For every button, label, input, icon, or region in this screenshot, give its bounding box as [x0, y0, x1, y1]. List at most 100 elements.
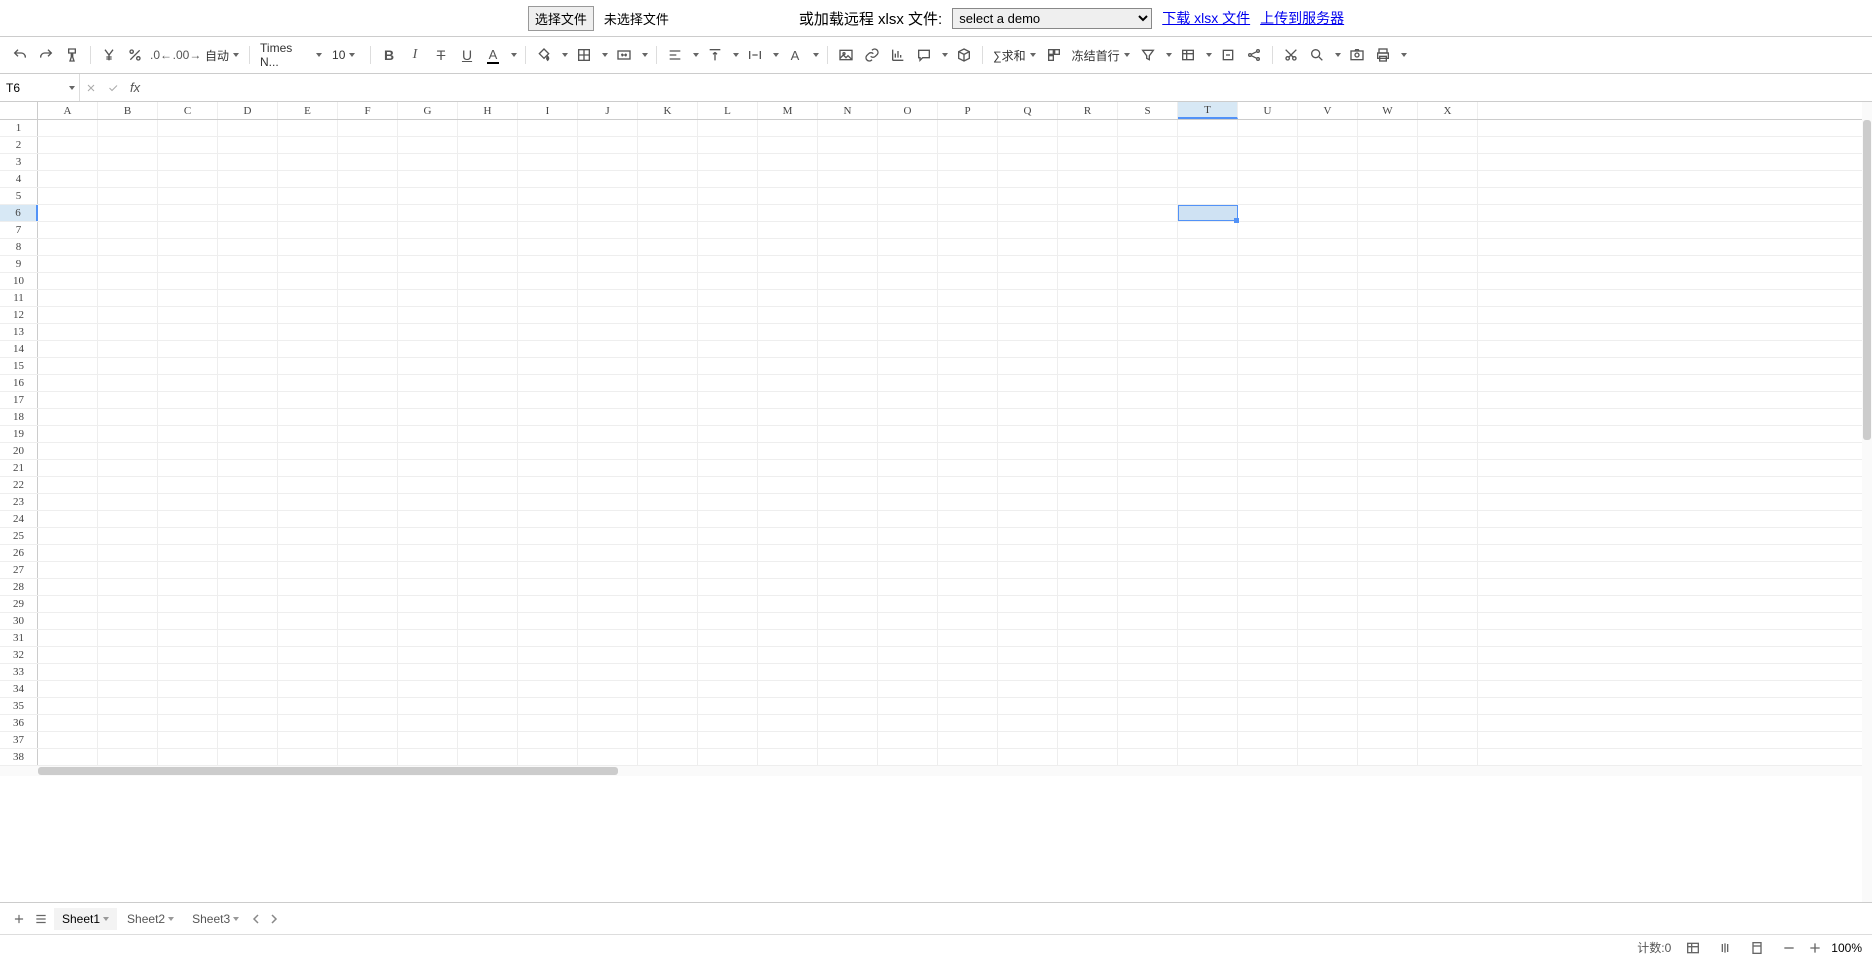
cell[interactable]	[998, 630, 1058, 646]
cell[interactable]	[218, 409, 278, 425]
cell[interactable]	[338, 647, 398, 663]
cut-button[interactable]	[1279, 43, 1303, 67]
download-link[interactable]: 下载 xlsx 文件	[1162, 8, 1250, 28]
cell[interactable]	[1418, 562, 1478, 578]
cell[interactable]	[698, 443, 758, 459]
cell[interactable]	[338, 273, 398, 289]
column-header-D[interactable]: D	[218, 102, 278, 119]
cell[interactable]	[398, 715, 458, 731]
cell[interactable]	[578, 375, 638, 391]
cell[interactable]	[98, 171, 158, 187]
cell[interactable]	[638, 545, 698, 561]
cell[interactable]	[758, 732, 818, 748]
cell[interactable]	[758, 256, 818, 272]
cell[interactable]	[758, 630, 818, 646]
cell[interactable]	[518, 409, 578, 425]
cell[interactable]	[1058, 273, 1118, 289]
cell[interactable]	[938, 392, 998, 408]
cell[interactable]	[1238, 137, 1298, 153]
cell[interactable]	[578, 681, 638, 697]
cell[interactable]	[758, 392, 818, 408]
cell[interactable]	[938, 545, 998, 561]
cell[interactable]	[578, 511, 638, 527]
cell[interactable]	[278, 579, 338, 595]
cell[interactable]	[758, 545, 818, 561]
cell[interactable]	[1418, 494, 1478, 510]
cell[interactable]	[938, 409, 998, 425]
cell[interactable]	[278, 528, 338, 544]
row-header-26[interactable]: 26	[0, 545, 38, 561]
cell[interactable]	[1298, 239, 1358, 255]
cell[interactable]	[698, 222, 758, 238]
cell[interactable]	[878, 698, 938, 714]
cell[interactable]	[1418, 681, 1478, 697]
cell[interactable]	[578, 664, 638, 680]
table-button[interactable]	[1176, 43, 1200, 67]
cell[interactable]	[518, 596, 578, 612]
cell[interactable]	[218, 188, 278, 204]
cell[interactable]	[1178, 477, 1238, 493]
cell[interactable]	[1118, 341, 1178, 357]
cell[interactable]	[338, 545, 398, 561]
cell[interactable]	[278, 375, 338, 391]
cell[interactable]	[998, 732, 1058, 748]
column-header-E[interactable]: E	[278, 102, 338, 119]
cell[interactable]	[158, 545, 218, 561]
cell[interactable]	[158, 715, 218, 731]
cell[interactable]	[218, 137, 278, 153]
cell[interactable]	[1298, 732, 1358, 748]
cell[interactable]	[1118, 460, 1178, 476]
cell[interactable]	[1238, 222, 1298, 238]
cell[interactable]	[998, 375, 1058, 391]
cell[interactable]	[698, 358, 758, 374]
cell[interactable]	[218, 698, 278, 714]
row-header-33[interactable]: 33	[0, 664, 38, 680]
cell[interactable]	[698, 579, 758, 595]
cell[interactable]	[578, 171, 638, 187]
cell[interactable]	[1178, 137, 1238, 153]
cube-button[interactable]	[952, 43, 976, 67]
cell[interactable]	[818, 630, 878, 646]
cell[interactable]	[1298, 579, 1358, 595]
cell[interactable]	[338, 341, 398, 357]
cell[interactable]	[278, 171, 338, 187]
cell[interactable]	[1298, 511, 1358, 527]
cell[interactable]	[458, 477, 518, 493]
cell[interactable]	[878, 324, 938, 340]
cell[interactable]	[698, 324, 758, 340]
cell[interactable]	[398, 579, 458, 595]
cell[interactable]	[878, 188, 938, 204]
cell[interactable]	[518, 375, 578, 391]
cell[interactable]	[1178, 324, 1238, 340]
cell[interactable]	[38, 426, 98, 442]
cell[interactable]	[1118, 630, 1178, 646]
cell[interactable]	[1058, 358, 1118, 374]
cell[interactable]	[758, 647, 818, 663]
cell[interactable]	[218, 120, 278, 136]
chevron-down-icon[interactable]	[168, 917, 174, 921]
redo-button[interactable]	[34, 43, 58, 67]
cell[interactable]	[638, 664, 698, 680]
cell[interactable]	[1178, 630, 1238, 646]
cell[interactable]	[1418, 460, 1478, 476]
cell[interactable]	[1178, 664, 1238, 680]
column-header-N[interactable]: N	[818, 102, 878, 119]
cell[interactable]	[1238, 647, 1298, 663]
cell[interactable]	[1298, 647, 1358, 663]
view-read-button[interactable]	[1715, 938, 1735, 958]
cell[interactable]	[818, 205, 878, 221]
cell[interactable]	[1118, 426, 1178, 442]
cell[interactable]	[278, 222, 338, 238]
cell[interactable]	[818, 137, 878, 153]
cell[interactable]	[1178, 749, 1238, 765]
cell[interactable]	[1418, 137, 1478, 153]
cell[interactable]	[1418, 392, 1478, 408]
column-header-K[interactable]: K	[638, 102, 698, 119]
cell[interactable]	[578, 137, 638, 153]
cell[interactable]	[458, 562, 518, 578]
cell[interactable]	[158, 273, 218, 289]
v-align-button[interactable]	[703, 43, 727, 67]
cell[interactable]	[458, 392, 518, 408]
cell[interactable]	[278, 188, 338, 204]
cell[interactable]	[998, 579, 1058, 595]
